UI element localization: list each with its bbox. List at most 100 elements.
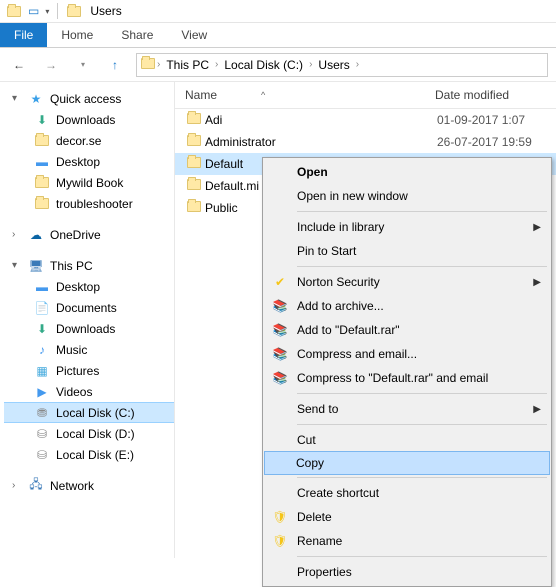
downloads-icon: ⬇ — [34, 112, 50, 128]
ctx-pin-start[interactable]: Pin to Start — [265, 239, 549, 263]
back-button[interactable]: ← — [8, 54, 30, 76]
crumb-disk[interactable]: Local Disk (C:) — [220, 58, 307, 72]
chevron-right-icon[interactable]: › — [157, 59, 160, 70]
list-item[interactable]: Adi01-09-2017 1:07 — [175, 109, 556, 131]
pc-icon: 🖥 — [28, 258, 44, 274]
tree-label: decor.se — [56, 134, 101, 148]
dropdown-icon[interactable]: ▾ — [45, 7, 49, 16]
file-name: Adi — [205, 113, 437, 127]
tree-desktop[interactable]: ▬Desktop — [4, 151, 174, 172]
sort-asc-icon: ^ — [261, 90, 265, 100]
ctx-label: Include in library — [297, 220, 384, 234]
tree-downloads[interactable]: ⬇ Downloads — [4, 109, 174, 130]
tree-label: troubleshooter — [56, 197, 133, 211]
navigation-bar: ← → ▾ ↑ › This PC › Local Disk (C:) › Us… — [0, 48, 556, 82]
separator — [297, 477, 547, 478]
chevron-right-icon[interactable]: › — [12, 480, 22, 491]
chevron-right-icon[interactable]: › — [309, 59, 312, 70]
ribbon-tabs: File Home Share View — [0, 23, 556, 48]
window-folder-icon — [66, 3, 82, 19]
chevron-down-icon[interactable]: ▾ — [12, 260, 22, 271]
tree-quick-access[interactable]: ▾ ★ Quick access — [4, 88, 174, 109]
tree-pc-videos[interactable]: ▶Videos — [4, 381, 174, 402]
tree-label: Pictures — [56, 364, 99, 378]
window-title: Users — [90, 4, 121, 18]
tree-network[interactable]: ›🖧Network — [4, 475, 174, 496]
tab-share[interactable]: Share — [107, 23, 167, 47]
tree-label: Downloads — [56, 113, 115, 127]
ctx-include-library[interactable]: Include in library▶ — [265, 215, 549, 239]
rar-icon: 📚 — [271, 321, 289, 339]
rar-icon: 📚 — [271, 345, 289, 363]
properties-qat-icon[interactable]: ▭ — [28, 4, 39, 18]
tree-label: Mywild Book — [56, 176, 123, 190]
folder-icon — [34, 196, 50, 212]
ctx-add-default-rar[interactable]: 📚Add to "Default.rar" — [265, 318, 549, 342]
tree-onedrive[interactable]: ›☁OneDrive — [4, 224, 174, 245]
chevron-right-icon[interactable]: › — [356, 59, 359, 70]
tree-pc-desktop[interactable]: ▬Desktop — [4, 276, 174, 297]
ctx-delete[interactable]: 🛡Delete — [265, 505, 549, 529]
recent-dropdown[interactable]: ▾ — [72, 54, 94, 76]
tree-label: Music — [56, 343, 87, 357]
chevron-right-icon[interactable]: › — [215, 59, 218, 70]
tab-view[interactable]: View — [167, 23, 221, 47]
tab-file[interactable]: File — [0, 23, 47, 47]
chevron-down-icon[interactable]: ▾ — [12, 93, 22, 104]
list-item[interactable]: Administrator26-07-2017 19:59 — [175, 131, 556, 153]
up-button[interactable]: ↑ — [104, 54, 126, 76]
tree-label: Local Disk (D:) — [56, 427, 135, 441]
folder-icon — [34, 133, 50, 149]
column-date[interactable]: Date modified — [435, 88, 556, 102]
chevron-right-icon[interactable]: › — [12, 229, 22, 240]
crumb-thispc[interactable]: This PC — [162, 58, 213, 72]
tree-pc-pictures[interactable]: ▦ Pictures — [4, 360, 174, 381]
list-header[interactable]: Name ^ Date modified — [175, 82, 556, 109]
tree-pc-local-d[interactable]: ⛁Local Disk (D:) — [4, 423, 174, 444]
tab-home[interactable]: Home — [47, 23, 107, 47]
tree-thispc[interactable]: ▾🖥This PC — [4, 255, 174, 276]
shield-icon: 🛡 — [271, 532, 289, 550]
ctx-label: Delete — [297, 510, 332, 524]
ctx-label: Compress and email... — [297, 347, 417, 361]
ctx-add-archive[interactable]: 📚Add to archive... — [265, 294, 549, 318]
separator — [57, 3, 58, 19]
tree-decor[interactable]: decor.se — [4, 130, 174, 151]
ctx-copy[interactable]: Copy — [264, 451, 550, 475]
ctx-open-new-window[interactable]: Open in new window — [265, 184, 549, 208]
ctx-rename[interactable]: 🛡 Rename — [265, 529, 549, 553]
chevron-right-icon: ▶ — [533, 404, 541, 415]
column-name[interactable]: Name ^ — [185, 88, 435, 102]
tree-label: Documents — [56, 301, 117, 315]
ctx-send-to[interactable]: Send to▶ — [265, 397, 549, 421]
tree-label: Local Disk (C:) — [56, 406, 135, 420]
tree-troubleshooter[interactable]: troubleshooter — [4, 193, 174, 214]
rar-icon: 📚 — [271, 297, 289, 315]
pictures-icon: ▦ — [34, 363, 50, 379]
tree-label: Network — [50, 479, 94, 493]
folder-icon — [187, 179, 205, 193]
tree-pc-local-e[interactable]: ⛁Local Disk (E:) — [4, 444, 174, 465]
ctx-label: Rename — [297, 534, 342, 548]
address-bar[interactable]: › This PC › Local Disk (C:) › Users › — [136, 53, 548, 77]
tree-pc-documents[interactable]: 📄Documents — [4, 297, 174, 318]
column-label: Name — [185, 88, 217, 102]
ctx-properties[interactable]: Properties — [265, 560, 549, 584]
tree-pc-music[interactable]: ♪Music — [4, 339, 174, 360]
ctx-open[interactable]: Open — [265, 160, 549, 184]
tree-label: Quick access — [50, 92, 121, 106]
tree-pc-downloads[interactable]: ⬇Downloads — [4, 318, 174, 339]
ctx-compress-email[interactable]: 📚 Compress and email... — [265, 342, 549, 366]
crumb-users[interactable]: Users — [314, 58, 353, 72]
ctx-label: Compress to "Default.rar" and email — [297, 371, 488, 385]
chevron-right-icon: ▶ — [533, 277, 541, 288]
tree-pc-local-c[interactable]: ⛃Local Disk (C:) — [4, 402, 174, 423]
ctx-cut[interactable]: Cut — [265, 428, 549, 452]
folder-icon — [187, 113, 205, 127]
ctx-create-shortcut[interactable]: Create shortcut — [265, 481, 549, 505]
folder-icon — [34, 175, 50, 191]
ctx-norton[interactable]: ✔Norton Security▶ — [265, 270, 549, 294]
star-icon: ★ — [28, 91, 44, 107]
tree-mywild[interactable]: Mywild Book — [4, 172, 174, 193]
ctx-compress-default-email[interactable]: 📚Compress to "Default.rar" and email — [265, 366, 549, 390]
